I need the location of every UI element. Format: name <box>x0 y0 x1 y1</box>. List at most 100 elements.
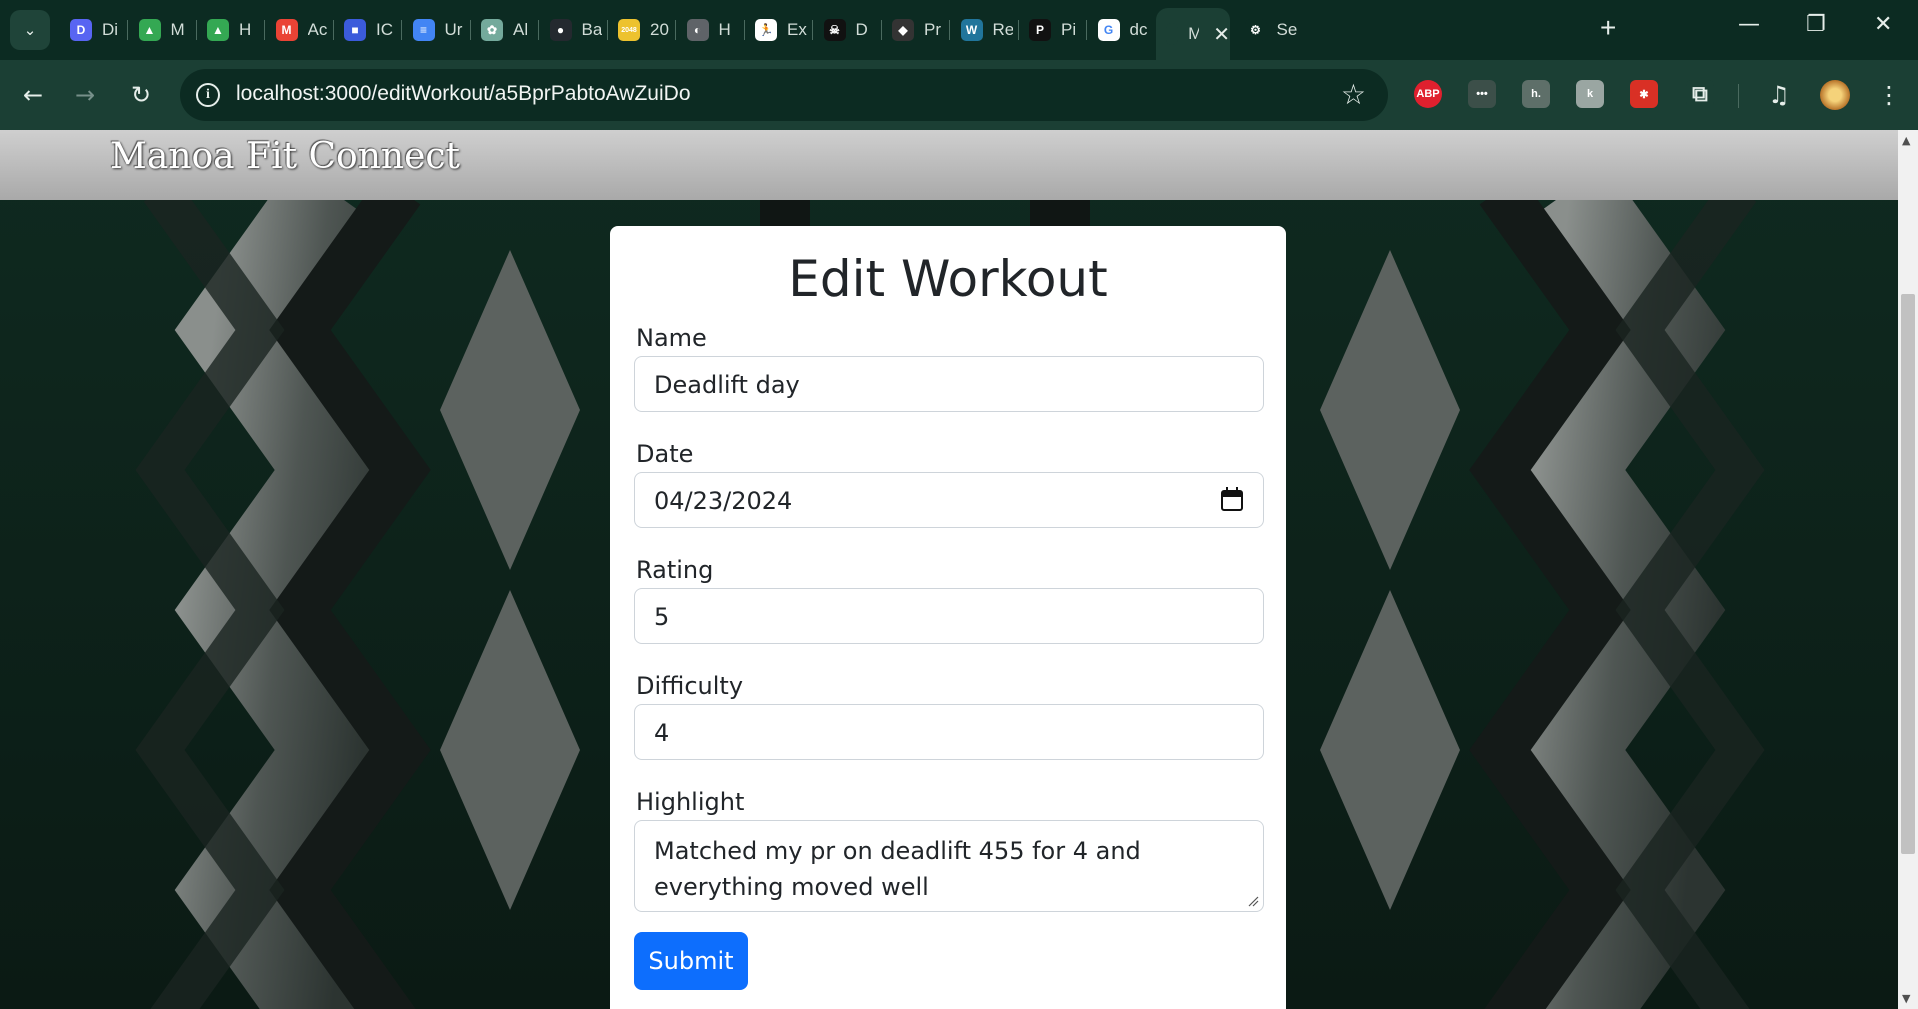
extension-red-icon[interactable]: ✱ <box>1630 80 1658 108</box>
toolbar-divider <box>1738 84 1739 108</box>
browser-tab[interactable]: ✿ Al <box>471 8 539 52</box>
browser-tab[interactable]: ◆ Pr <box>882 8 950 52</box>
edit-workout-card: Edit Workout Name Deadlift day Date 04/2… <box>610 226 1286 1009</box>
extension-k-icon[interactable]: k <box>1576 80 1604 108</box>
browser-tab-title: Al <box>513 20 529 39</box>
browser-tab[interactable]: P Pi <box>1019 8 1087 52</box>
tab-strip: ⌄ D Di ▲ M ▲ H M Ac ■ IC ≡ Ur ✿ Al ● Ba 2048 20 ◐ H 🏃 Ex ☠ D ◆ Pr… <box>0 0 1918 60</box>
github-icon: ● <box>549 19 572 41</box>
highlight-textarea-value: Matched my pr on deadlift 455 for 4 and … <box>654 837 1141 901</box>
restore-button[interactable]: ❐ <box>1806 12 1826 37</box>
mask-icon: ◆ <box>892 19 914 41</box>
media-controls-icon[interactable]: ♫ <box>1760 76 1798 114</box>
browser-tab-title: Ba <box>581 20 602 39</box>
new-tab-button[interactable]: + <box>1600 12 1616 44</box>
browser-tab-title: Di <box>102 20 119 39</box>
honey-icon[interactable]: h. <box>1522 80 1550 108</box>
date-input-value: 04/23/2024 <box>654 487 793 515</box>
browser-tab-title: Pr <box>924 20 941 39</box>
gear-icon: ⚙ <box>1244 19 1267 41</box>
browser-tab[interactable]: ■ IC <box>334 8 402 52</box>
browser-tab[interactable]: 🏃 Ex <box>745 8 813 52</box>
close-window-button[interactable]: ✕ <box>1874 12 1892 37</box>
browser-tab[interactable]: ◐ H <box>677 8 745 52</box>
page-scrollbar[interactable]: ▲ ▼ <box>1898 130 1918 1009</box>
browser-tab[interactable]: ▲ H <box>197 8 265 52</box>
browser-tab-title: Ex <box>787 20 807 39</box>
submit-button[interactable]: Submit <box>634 932 748 990</box>
difficulty-input-value: 4 <box>654 719 670 747</box>
page-title: Edit Workout <box>788 250 1108 308</box>
scroll-thumb[interactable] <box>1901 294 1915 854</box>
scroll-up-arrow-icon[interactable]: ▲ <box>1902 134 1910 147</box>
browser-tab[interactable]: 2048 20 <box>608 8 676 52</box>
difficulty-input[interactable]: 4 <box>634 704 1264 760</box>
url-text[interactable]: localhost:3000/editWorkout/a5BprPabtoAwZ… <box>236 82 691 106</box>
browser-menu-icon[interactable]: ⋮ <box>1870 76 1908 114</box>
tab-search-button[interactable]: ⌄ <box>10 10 50 50</box>
resize-handle-icon[interactable] <box>1247 895 1259 907</box>
forward-button[interactable]: → <box>66 76 104 114</box>
browser-tab-title: M <box>170 20 185 39</box>
minimize-button[interactable]: — <box>1738 12 1760 37</box>
google-docs-icon: ≡ <box>412 19 435 41</box>
date-input[interactable]: 04/23/2024 <box>634 472 1264 528</box>
runner-icon: 🏃 <box>755 19 777 41</box>
browser-tab[interactable]: M ✕ <box>1156 8 1230 60</box>
blue-square-icon: ■ <box>344 19 366 41</box>
pi-icon: P <box>1029 19 1051 41</box>
chatgpt-icon: ✿ <box>481 19 503 41</box>
browser-tab[interactable]: ≡ Ur <box>403 8 471 52</box>
skull-icon: ☠ <box>823 19 846 41</box>
browser-tab[interactable]: ☠ D <box>814 8 882 52</box>
gmail-icon: M <box>275 19 298 41</box>
browser-tab-title: H <box>239 20 252 39</box>
google-icon: G <box>1097 19 1120 41</box>
highlight-label: Highlight <box>636 788 745 816</box>
browser-tab[interactable]: W Re <box>951 8 1019 52</box>
google-drive-icon: ▲ <box>207 19 229 41</box>
browser-tab[interactable]: M Ac <box>266 8 334 52</box>
browser-tab[interactable]: D Di <box>60 8 128 52</box>
browser-tab-title: Ac <box>307 20 328 39</box>
browser-tab-title: IC <box>376 20 393 39</box>
more-dots-icon[interactable]: ••• <box>1468 80 1496 108</box>
browser-tab[interactable]: ▲ M <box>129 8 197 52</box>
highlight-textarea[interactable]: Matched my pr on deadlift 455 for 4 and … <box>634 820 1264 912</box>
browser-tab-title: Pi <box>1061 20 1077 39</box>
browser-tab[interactable]: Gdc <box>1088 8 1156 52</box>
site-info-icon[interactable]: i <box>196 83 220 107</box>
name-input-value: Deadlift day <box>654 371 800 399</box>
browser-tab-title: M <box>1188 24 1200 43</box>
puzzle-icon[interactable]: ⧉ <box>1686 80 1714 108</box>
calendar-icon[interactable] <box>1221 487 1243 511</box>
site-icon <box>1166 23 1179 45</box>
brand-logo-text[interactable]: Manoa Fit Connect <box>110 136 460 177</box>
page-viewport: Manoa Fit Connect Edit Workout Name Dead… <box>0 130 1898 1009</box>
difficulty-label: Difficulty <box>636 672 744 700</box>
browser-tab[interactable]: ● Ba <box>540 8 608 52</box>
name-label: Name <box>636 324 707 352</box>
discord-icon: D <box>70 19 92 41</box>
reload-button[interactable]: ↻ <box>122 76 160 114</box>
browser-toolbar: ← → ↻ i localhost:3000/editWorkout/a5Bpr… <box>0 60 1918 130</box>
browser-tab-title: H <box>718 20 731 39</box>
browser-tab-title: Re <box>992 20 1013 39</box>
site-header: Manoa Fit Connect <box>0 130 1898 200</box>
name-input[interactable]: Deadlift day <box>634 356 1264 412</box>
browser-tab-title: D <box>855 20 868 39</box>
wordpress-icon: W <box>960 19 983 41</box>
back-button[interactable]: ← <box>14 76 52 114</box>
rating-input[interactable]: 5 <box>634 588 1264 644</box>
profile-avatar[interactable] <box>1816 76 1854 114</box>
game-2048-icon: 2048 <box>618 19 640 41</box>
adblock-plus-icon[interactable]: ABP <box>1414 80 1442 108</box>
browser-tab-title: dc <box>1129 20 1148 39</box>
browser-tab[interactable]: ⚙ Se <box>1235 8 1303 52</box>
close-tab-icon[interactable]: ✕ <box>1213 22 1230 46</box>
address-bar[interactable]: i localhost:3000/editWorkout/a5BprPabtoA… <box>180 69 1388 121</box>
bookmark-star-icon[interactable]: ☆ <box>1341 78 1366 111</box>
date-label: Date <box>636 440 694 468</box>
rating-input-value: 5 <box>654 603 670 631</box>
scroll-down-arrow-icon[interactable]: ▼ <box>1902 992 1910 1005</box>
